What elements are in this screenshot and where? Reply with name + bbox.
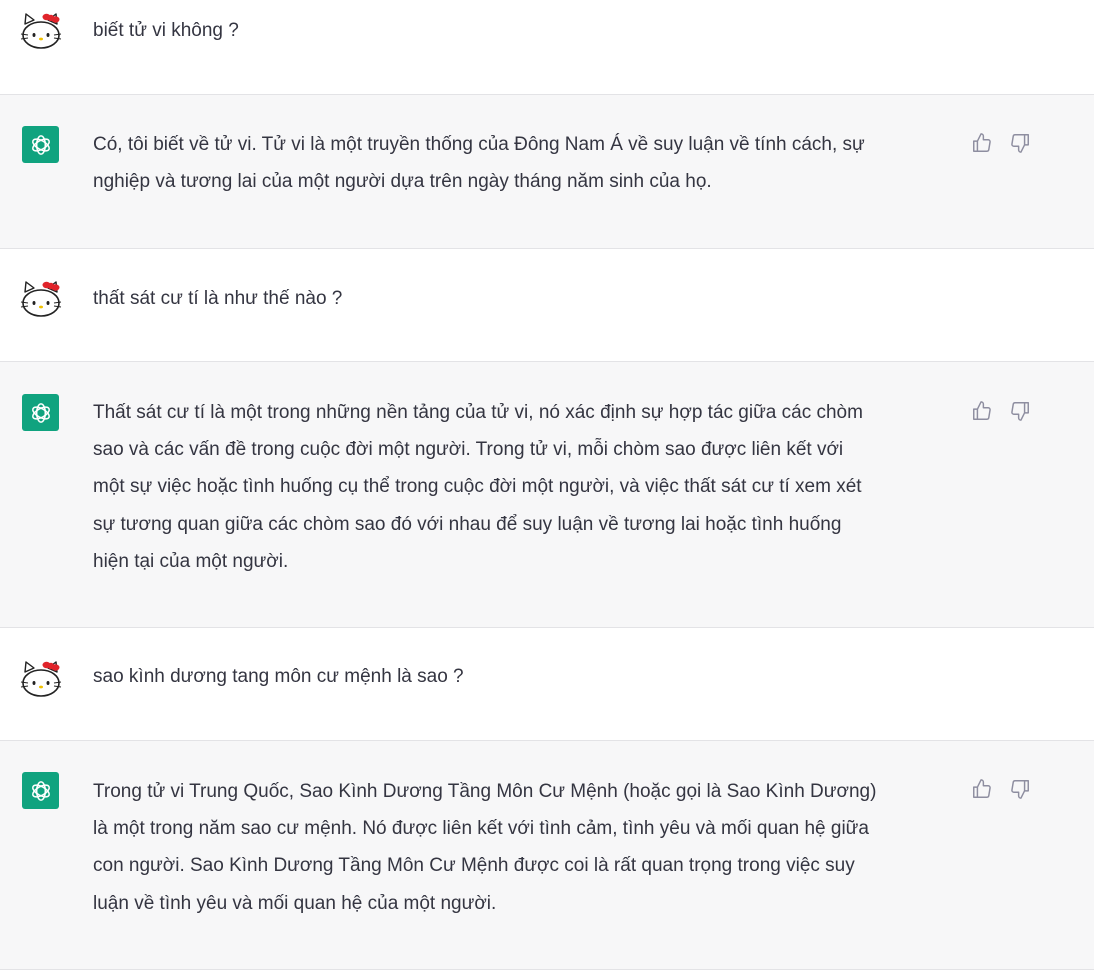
user-message: sao kình dương tang môn cư mệnh là sao ? [0, 628, 1094, 741]
thumbs-up-icon[interactable] [970, 131, 994, 155]
hello-kitty-avatar-icon [20, 278, 62, 320]
message-text: Có, tôi biết về tử vi. Tử vi là một truy… [93, 134, 865, 193]
thumbs-up-icon[interactable] [970, 777, 994, 801]
message-text: Trong tử vi Trung Quốc, Sao Kình Dương T… [93, 781, 877, 914]
openai-logo-icon [22, 394, 59, 431]
message-text: sao kình dương tang môn cư mệnh là sao ? [93, 666, 464, 687]
message-text: biết tử vi không ? [93, 20, 239, 41]
chat-thread: biết tử vi không ? Có, tôi biết về tử vi… [0, 0, 1100, 978]
feedback-actions [970, 131, 1032, 155]
user-message: biết tử vi không ? [0, 0, 1094, 95]
feedback-actions [970, 777, 1032, 801]
assistant-message: Trong tử vi Trung Quốc, Sao Kình Dương T… [0, 741, 1094, 970]
thumbs-down-icon[interactable] [1008, 399, 1032, 423]
openai-logo-icon [22, 126, 59, 163]
thumbs-down-icon[interactable] [1008, 777, 1032, 801]
assistant-message: Thất sát cư tí là một trong những nền tả… [0, 362, 1094, 628]
feedback-actions [970, 399, 1032, 423]
thumbs-down-icon[interactable] [1008, 131, 1032, 155]
assistant-message: Có, tôi biết về tử vi. Tử vi là một truy… [0, 95, 1094, 249]
message-text: Thất sát cư tí là một trong những nền tả… [93, 402, 863, 572]
user-message: thất sát cư tí là như thế nào ? [0, 249, 1094, 362]
message-text: thất sát cư tí là như thế nào ? [93, 288, 343, 309]
hello-kitty-avatar-icon [20, 10, 62, 52]
openai-logo-icon [22, 772, 59, 809]
thumbs-up-icon[interactable] [970, 399, 994, 423]
hello-kitty-avatar-icon [20, 658, 62, 700]
